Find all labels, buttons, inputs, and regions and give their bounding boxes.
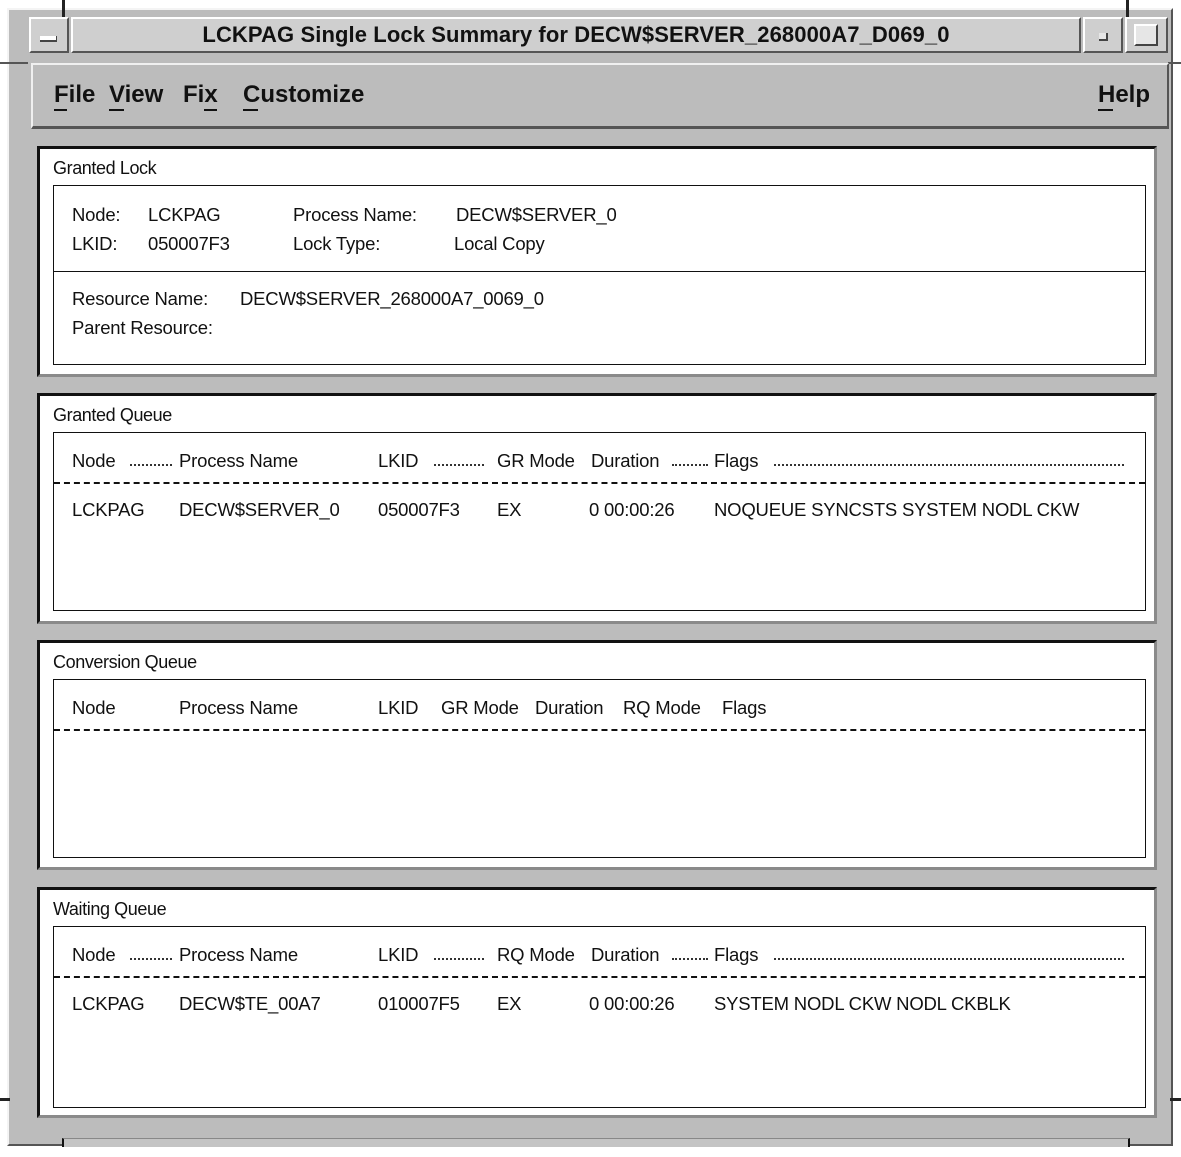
column-header-gr-mode[interactable]: GR Mode [441,697,519,719]
granted-lock-title: Granted Lock [53,158,157,178]
table-row[interactable]: LCKPAG DECW$SERVER_0 050007F3 EX 0 00:00… [54,495,1144,525]
column-header-duration[interactable]: Duration [591,944,660,966]
cell-process-name: DECW$TE_00A7 [179,993,321,1014]
lkid-label: LKID: [72,233,118,254]
column-leader-dots [434,958,484,960]
window-menu-icon [40,36,57,42]
conversion-queue-list[interactable]: Node Process Name LKID GR Mode Duration … [53,679,1146,858]
minimize-icon [1099,33,1108,41]
mnemonic-underline [54,109,67,111]
column-leader-dots [434,464,484,466]
process-name-label: Process Name: [293,204,417,225]
frame-corner-mark [62,0,65,18]
menu-customize[interactable]: Customize [243,81,365,111]
column-header-node[interactable]: Node [72,944,116,966]
column-leader-dots [774,464,1124,466]
table-row[interactable]: LCKPAG DECW$TE_00A7 010007F5 EX 0 00:00:… [54,989,1144,1019]
mnemonic-underline [109,109,124,111]
column-leader-dots [672,958,708,960]
column-leader-dots [774,958,1124,960]
column-header-process-name[interactable]: Process Name [179,697,298,719]
header-divider [54,729,1145,731]
granted-lock-panel: Granted Lock Node: LCKPAG Process Name: … [37,146,1157,377]
section-divider [54,271,1145,272]
granted-queue-list[interactable]: Node Process Name LKID GR Mode Duration … [53,432,1146,611]
granted-queue-panel: Granted Queue Node Process Name LKID GR … [37,393,1157,624]
cell-process-name: DECW$SERVER_0 [179,499,340,520]
cell-flags: NOQUEUE SYNCSTS SYSTEM NODL CKW [714,499,1080,520]
resource-name-value: DECW$SERVER_268000A7_0069_0 [240,288,544,309]
column-leader-dots [130,464,172,466]
lock-type-value: Local Copy [454,233,545,254]
cell-gr-mode: EX [497,499,522,520]
menu-file[interactable]: File [54,81,96,111]
maximize-icon [1134,24,1158,46]
granted-lock-details: Node: LCKPAG Process Name: DECW$SERVER_0… [53,185,1146,365]
menu-help[interactable]: Help [1098,81,1151,111]
column-header-duration[interactable]: Duration [535,697,604,719]
frame-corner-mark [1168,62,1181,64]
lkid-value: 050007F3 [148,233,230,254]
node-value: LCKPAG [148,204,221,225]
frame-corner-mark [1170,1098,1181,1101]
column-header-process-name[interactable]: Process Name [179,450,298,472]
column-header-duration[interactable]: Duration [591,450,660,472]
header-divider [54,976,1145,978]
menu-customize-label: Customize [243,81,365,108]
mnemonic-underline [1098,109,1113,111]
column-header-lkid[interactable]: LKID [378,944,419,966]
menu-view-label: View [109,81,164,108]
window-menu-button[interactable] [29,17,69,53]
menu-fix[interactable]: Fix [183,81,218,111]
node-label: Node: [72,204,121,225]
cell-flags: SYSTEM NODL CKW NODL CKBLK [714,993,1011,1014]
granted-queue-title: Granted Queue [53,405,172,425]
menu-bar: File View Fix Customize Help [31,63,1169,129]
column-header-rq-mode[interactable]: RQ Mode [623,697,701,719]
cell-node: LCKPAG [72,993,145,1014]
column-header-lkid[interactable]: LKID [378,697,419,719]
column-header-process-name[interactable]: Process Name [179,944,298,966]
cell-node: LCKPAG [72,499,145,520]
waiting-queue-title: Waiting Queue [53,899,167,919]
minimize-button[interactable] [1083,17,1123,53]
column-header-gr-mode[interactable]: GR Mode [497,450,575,472]
process-name-value: DECW$SERVER_0 [456,204,617,225]
menu-fix-label: Fix [183,81,218,108]
column-header-flags[interactable]: Flags [722,697,766,719]
waiting-queue-list[interactable]: Node Process Name LKID RQ Mode Duration … [53,926,1146,1108]
column-header-flags[interactable]: Flags [714,450,758,472]
waiting-queue-panel: Waiting Queue Node Process Name LKID RQ … [37,887,1157,1118]
title-bar[interactable]: LCKPAG Single Lock Summary for DECW$SERV… [71,17,1081,53]
column-header-lkid[interactable]: LKID [378,450,419,472]
resource-name-label: Resource Name: [72,288,209,309]
cell-duration: 0 00:00:26 [589,499,675,520]
conversion-queue-panel: Conversion Queue Node Process Name LKID … [37,640,1157,870]
frame-corner-mark [0,62,28,64]
column-header-flags[interactable]: Flags [714,944,758,966]
column-header-rq-mode[interactable]: RQ Mode [497,944,575,966]
parent-resource-label: Parent Resource: [72,317,213,338]
mnemonic-underline [204,109,217,111]
menu-file-label: File [54,81,96,108]
window-resize-border[interactable] [62,1138,1130,1147]
mnemonic-underline [243,109,258,111]
lock-type-label: Lock Type: [293,233,381,254]
header-divider [54,482,1145,484]
column-header-node[interactable]: Node [72,450,116,472]
menu-help-label: Help [1098,81,1151,108]
cell-rq-mode: EX [497,993,522,1014]
frame-corner-mark [0,1098,10,1101]
menu-view[interactable]: View [109,81,164,111]
maximize-button[interactable] [1125,17,1168,53]
column-leader-dots [672,464,708,466]
column-leader-dots [130,958,172,960]
window-title: LCKPAG Single Lock Summary for DECW$SERV… [202,22,950,47]
cell-lkid: 010007F5 [378,993,460,1014]
column-header-node[interactable]: Node [72,697,116,719]
cell-lkid: 050007F3 [378,499,460,520]
conversion-queue-title: Conversion Queue [53,652,197,672]
frame-corner-mark [1126,0,1129,18]
cell-duration: 0 00:00:26 [589,993,675,1014]
